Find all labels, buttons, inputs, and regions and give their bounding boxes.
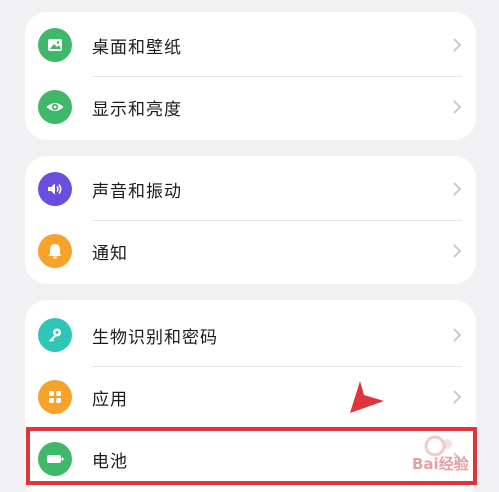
settings-item-wallpaper[interactable]: 桌面和壁纸 — [25, 14, 476, 76]
chevron-right-icon — [453, 182, 462, 196]
chevron-right-icon — [453, 100, 462, 114]
settings-item-notifications[interactable]: 通知 — [25, 220, 476, 282]
chevron-right-icon — [453, 390, 462, 404]
settings-group-sound: 声音和振动 通知 — [25, 156, 476, 284]
key-icon — [38, 318, 72, 352]
chevron-right-icon — [453, 38, 462, 52]
eye-icon — [38, 90, 72, 124]
wallpaper-icon — [38, 28, 72, 62]
battery-icon — [38, 442, 72, 476]
apps-icon — [38, 380, 72, 414]
watermark-text: Bai经验 — [412, 455, 469, 473]
annotation-arrow-icon — [350, 381, 384, 413]
settings-item-label: 声音和振动 — [92, 181, 182, 202]
volume-icon — [38, 172, 72, 206]
settings-item-label: 生物识别和密码 — [92, 327, 218, 348]
settings-item-label: 显示和亮度 — [92, 99, 182, 120]
settings-item-sound[interactable]: 声音和振动 — [25, 158, 476, 220]
settings-item-label: 桌面和壁纸 — [92, 37, 182, 58]
bell-icon — [38, 234, 72, 268]
settings-group-display: 桌面和壁纸 显示和亮度 — [25, 12, 476, 140]
settings-screen: 桌面和壁纸 显示和亮度 声音和振动 通知 生物识别和密码 应用 电池 Bai经验 — [0, 0, 499, 492]
settings-item-biometrics[interactable]: 生物识别和密码 — [25, 304, 476, 366]
settings-item-label: 应用 — [92, 389, 128, 410]
chevron-right-icon — [453, 328, 462, 342]
chevron-right-icon — [453, 244, 462, 258]
settings-item-apps[interactable]: 应用 — [25, 366, 476, 428]
settings-item-label: 通知 — [92, 243, 128, 264]
settings-item-display[interactable]: 显示和亮度 — [25, 76, 476, 138]
settings-item-label: 电池 — [92, 451, 128, 472]
